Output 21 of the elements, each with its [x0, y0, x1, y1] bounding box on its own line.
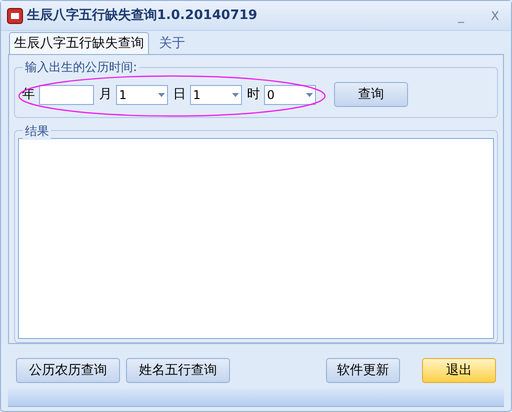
dropdown[interactable]: 1 [190, 84, 242, 104]
field-label: 时 [247, 86, 260, 104]
action-button[interactable]: 公历农历查询 [16, 358, 120, 383]
field-label: 日 [173, 86, 186, 104]
action-button[interactable]: 退出 [422, 358, 496, 383]
action-button[interactable]: 姓名五行查询 [126, 358, 230, 383]
window-title: 生辰八字五行缺失查询1.0.20140719 [27, 6, 258, 25]
dropdown[interactable]: 0 [264, 84, 316, 104]
dropdown[interactable]: 1 [116, 84, 168, 104]
caret-icon [232, 92, 239, 96]
caret-icon [158, 92, 165, 96]
tab[interactable]: 生辰八字五行缺失查询 [9, 32, 149, 54]
tab[interactable]: 关于 [149, 34, 195, 54]
group-title: 输入出生的公历时间: [23, 58, 140, 76]
field-label: 月 [99, 86, 112, 104]
query-button[interactable]: 查询 [334, 82, 408, 107]
action-button[interactable]: 软件更新 [326, 358, 400, 383]
app-icon [7, 8, 23, 24]
year-input[interactable] [39, 84, 94, 104]
caret-icon [306, 92, 313, 96]
group-title: 结果 [23, 122, 51, 140]
